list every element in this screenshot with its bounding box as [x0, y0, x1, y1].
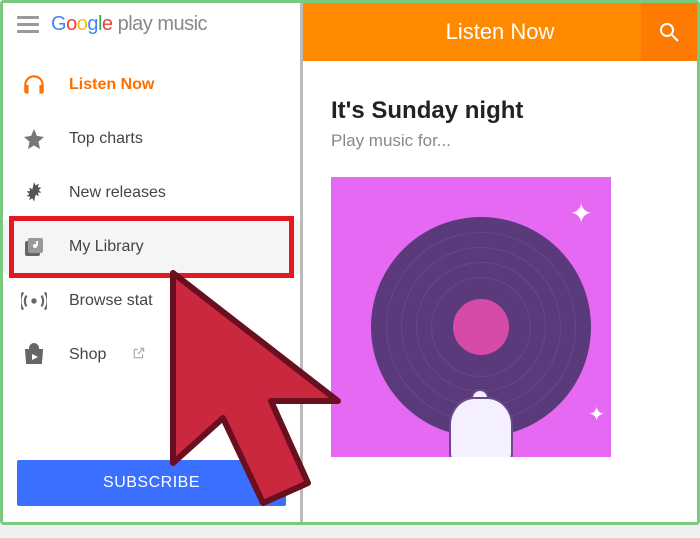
sidebar-item-top-charts[interactable]: Top charts [3, 112, 300, 166]
sidebar-item-label: My Library [69, 238, 144, 256]
sidebar-item-label: Top charts [69, 130, 143, 148]
greeting-heading: It's Sunday night [331, 97, 669, 125]
sidebar-header: Google play music [3, 3, 300, 46]
headphones-icon [21, 72, 47, 98]
greeting-subtext: Play music for... [331, 131, 669, 151]
main-content: It's Sunday night Play music for... ✦ ✦ [303, 61, 697, 475]
external-link-icon [132, 346, 146, 365]
sidebar-item-shop[interactable]: Shop [3, 328, 300, 382]
highlight-box [9, 216, 294, 278]
star-icon [21, 126, 47, 152]
burst-icon [21, 180, 47, 206]
sidebar-item-label: Shop [69, 346, 106, 364]
sidebar-item-label: Listen Now [69, 76, 154, 94]
radio-icon [21, 288, 47, 314]
subscribe-button[interactable]: SUBSCRIBE [17, 460, 286, 506]
nav-list: Listen Now Top charts New releases [3, 58, 300, 448]
sidebar-item-browse-stations[interactable]: Browse stat [3, 274, 300, 328]
hand-illustration [441, 367, 521, 457]
suggestion-card[interactable]: ✦ ✦ [331, 177, 611, 457]
sparkle-icon: ✦ [570, 197, 593, 230]
sidebar: Google play music Listen Now Top charts [3, 3, 303, 522]
sidebar-item-my-library[interactable]: My Library [3, 220, 300, 274]
hamburger-menu-icon[interactable] [17, 16, 39, 33]
subscribe-area: SUBSCRIBE [3, 448, 300, 522]
search-icon [657, 20, 681, 44]
sidebar-item-listen-now[interactable]: Listen Now [3, 58, 300, 112]
sidebar-item-label: Browse stat [69, 292, 153, 310]
main-header: Listen Now [303, 3, 697, 61]
main-panel: Listen Now It's Sunday night Play music … [303, 3, 697, 522]
sparkle-icon: ✦ [588, 402, 605, 427]
sidebar-item-label: New releases [69, 184, 166, 202]
shop-icon [21, 342, 47, 368]
library-icon [21, 234, 47, 260]
sidebar-item-new-releases[interactable]: New releases [3, 166, 300, 220]
brand-logo: Google play music [51, 13, 207, 36]
page-title: Listen Now [446, 19, 555, 45]
search-button[interactable] [641, 3, 697, 61]
